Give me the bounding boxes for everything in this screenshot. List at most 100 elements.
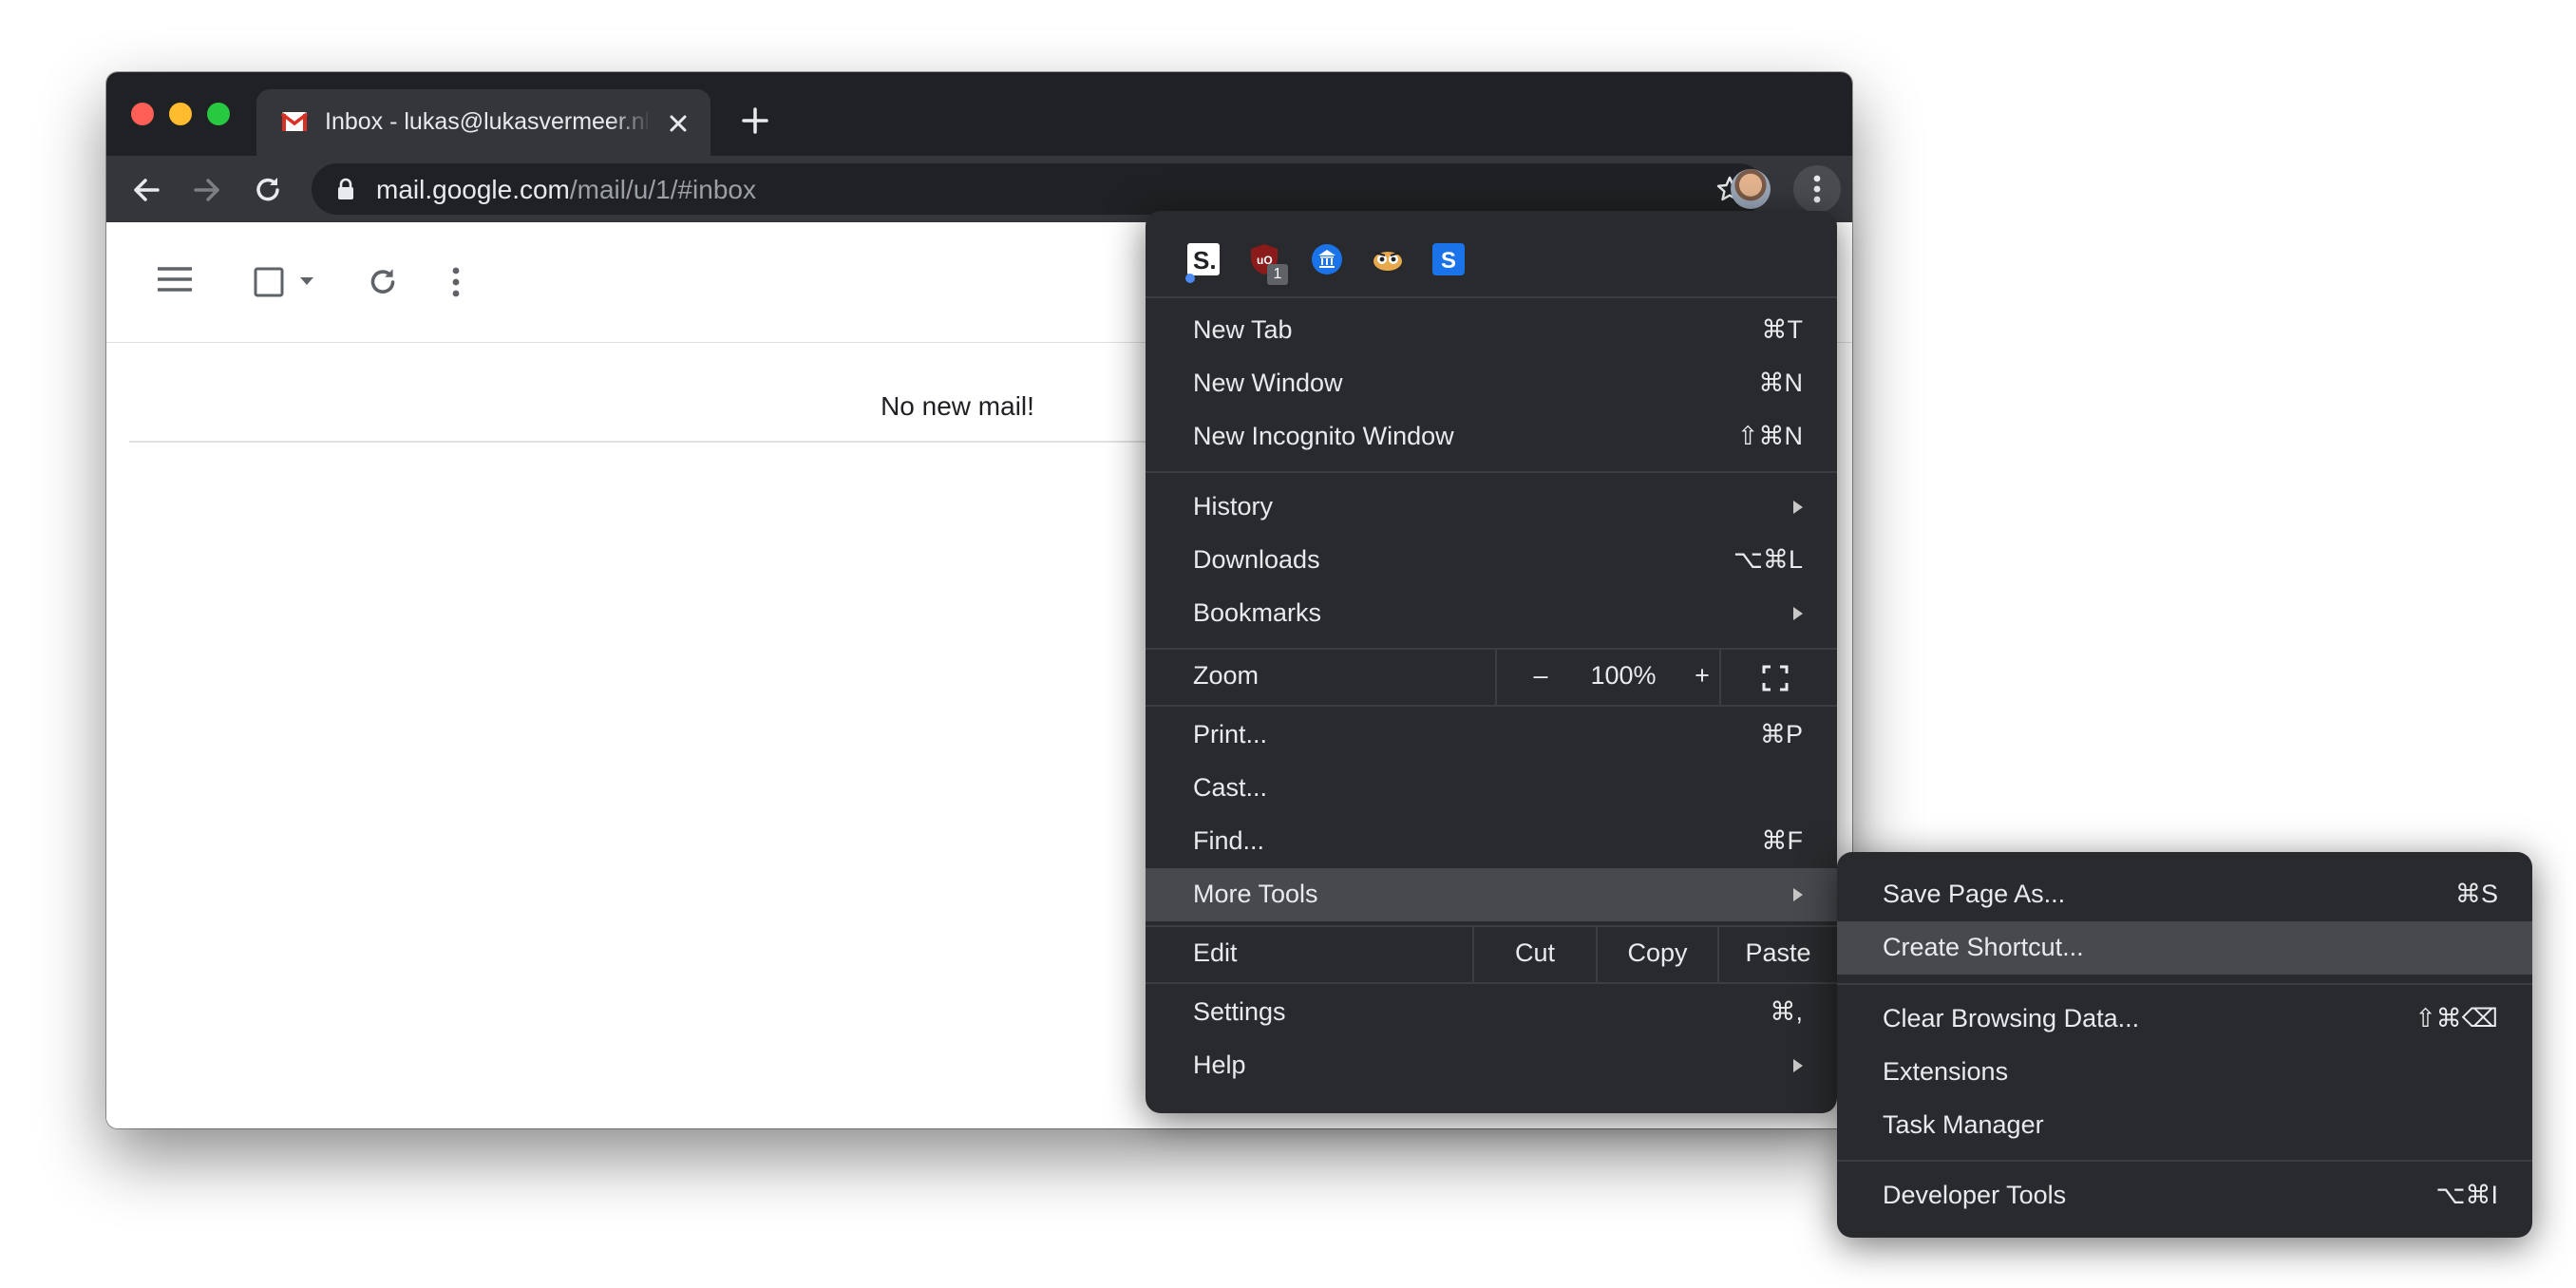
menu-item-label: Extensions (1883, 1057, 2009, 1086)
menu-item-label: Clear Browsing Data... (1883, 1004, 2140, 1032)
menu-item-label: History (1193, 492, 1274, 521)
title-bar: Inbox - lukas@lukasvermeer.nl (106, 72, 1852, 158)
zoom-label: Zoom (1193, 661, 1260, 690)
select-dropdown-icon[interactable] (298, 275, 315, 287)
menu-item-history[interactable]: History (1146, 481, 1837, 534)
new-tab-icon[interactable] (739, 104, 771, 137)
s-dot-extension-icon[interactable]: S. (1187, 243, 1220, 275)
museum-extension-icon[interactable] (1311, 243, 1343, 275)
menu-item-print[interactable]: Print... ⌘P (1146, 709, 1837, 762)
close-window-button[interactable] (131, 103, 154, 125)
svg-text:S: S (1441, 248, 1456, 274)
menu-item-new-window[interactable]: New Window ⌘N (1146, 357, 1837, 410)
menu-item-developer-tools[interactable]: Developer Tools ⌥⌘I (1837, 1169, 2532, 1222)
gmail-icon (281, 112, 308, 131)
menu-item-label: More Tools (1193, 880, 1318, 908)
select-checkbox-icon[interactable] (253, 266, 285, 298)
menu-item-label: Bookmarks (1193, 598, 1322, 627)
menu-item-shortcut: ⌘P (1759, 720, 1803, 748)
lock-icon[interactable] (336, 178, 355, 200)
cut-button[interactable]: Cut (1474, 938, 1596, 968)
forward-arrow-icon[interactable] (190, 173, 224, 207)
menu-item-save-page-as[interactable]: Save Page As... ⌘S (1837, 868, 2532, 921)
zoom-in-button[interactable]: + (1683, 661, 1721, 691)
zoom-level: 100% (1590, 661, 1657, 690)
chrome-main-menu: S. uO 1 S New Tab ⌘T New Window ⌘N New I… (1146, 211, 1837, 1113)
menu-item-new-tab[interactable]: New Tab ⌘T (1146, 304, 1837, 357)
menu-item-downloads[interactable]: Downloads ⌥⌘L (1146, 534, 1837, 587)
menu-item-cast[interactable]: Cast... (1146, 762, 1837, 815)
more-vert-icon (1813, 175, 1821, 203)
separator (1146, 296, 1837, 298)
menu-item-new-incognito-window[interactable]: New Incognito Window ⇧⌘N (1146, 410, 1837, 464)
cell-divider (1495, 650, 1497, 705)
extension-icons-row: S. uO 1 S (1146, 211, 1837, 296)
menu-row-edit: Edit Cut Copy Paste (1146, 927, 1837, 982)
submenu-arrow-icon (1793, 888, 1803, 901)
svg-text:S.: S. (1193, 246, 1217, 275)
menu-item-label: New Window (1193, 369, 1343, 397)
menu-item-extensions[interactable]: Extensions (1837, 1046, 2532, 1099)
menu-item-help[interactable]: Help (1146, 1039, 1837, 1092)
menu-row-zoom: Zoom – 100% + (1146, 650, 1837, 705)
tab-title: Inbox - lukas@lukasvermeer.nl (325, 108, 648, 135)
menu-item-label: Settings (1193, 997, 1286, 1026)
tab-title-fade (610, 104, 652, 142)
zoom-window-button[interactable] (207, 103, 230, 125)
separator (1146, 705, 1837, 707)
menu-item-find[interactable]: Find... ⌘F (1146, 815, 1837, 868)
more-options-icon[interactable] (446, 264, 465, 300)
address-bar[interactable]: mail.google.com/mail/u/1/#inbox (312, 163, 1765, 215)
menu-item-shortcut: ⇧⌘⌫ (2415, 1004, 2498, 1032)
chrome-menu-button[interactable] (1793, 165, 1841, 213)
zoom-out-button[interactable]: – (1522, 661, 1560, 691)
profile-avatar[interactable] (1731, 169, 1771, 209)
menu-item-label: Developer Tools (1883, 1181, 2067, 1209)
submenu-arrow-icon (1793, 501, 1803, 514)
more-tools-submenu: Save Page As... ⌘S Create Shortcut... Cl… (1837, 852, 2532, 1238)
refresh-icon[interactable] (365, 264, 401, 300)
url-path: /mail/u/1/#inbox (569, 175, 756, 204)
menu-item-bookmarks[interactable]: Bookmarks (1146, 587, 1837, 640)
copy-button[interactable]: Copy (1598, 938, 1717, 968)
menu-item-task-manager[interactable]: Task Manager (1837, 1099, 2532, 1152)
back-arrow-icon[interactable] (129, 173, 163, 207)
paste-button[interactable]: Paste (1719, 938, 1837, 968)
hamburger-menu-icon[interactable] (156, 264, 194, 294)
owl-extension-icon[interactable] (1372, 243, 1404, 275)
menu-item-shortcut: ⌥⌘I (2435, 1181, 2498, 1209)
tab-inbox[interactable]: Inbox - lukas@lukasvermeer.nl (256, 89, 710, 158)
menu-item-settings[interactable]: Settings ⌘, (1146, 986, 1837, 1039)
edit-label: Edit (1193, 938, 1238, 967)
menu-item-label: New Incognito Window (1193, 422, 1454, 450)
cell-divider (1719, 650, 1721, 705)
submenu-arrow-icon (1793, 607, 1803, 620)
url-text[interactable]: mail.google.com/mail/u/1/#inbox (376, 175, 756, 205)
url-host: mail.google.com (376, 175, 570, 204)
menu-item-shortcut: ⌘F (1761, 826, 1804, 855)
menu-item-more-tools[interactable]: More Tools (1146, 868, 1837, 921)
menu-item-label: Create Shortcut... (1883, 933, 2084, 961)
menu-item-shortcut: ⌘N (1758, 369, 1804, 397)
menu-item-label: Task Manager (1883, 1110, 2044, 1139)
minimize-window-button[interactable] (169, 103, 192, 125)
menu-item-create-shortcut[interactable]: Create Shortcut... (1837, 921, 2532, 975)
ublock-badge: 1 (1267, 264, 1288, 285)
menu-item-label: Find... (1193, 826, 1265, 855)
menu-item-shortcut: ⌘, (1770, 997, 1803, 1026)
extension-active-dot (1185, 274, 1195, 283)
separator (1837, 1160, 2532, 1162)
submenu-arrow-icon (1793, 1059, 1803, 1072)
menu-item-shortcut: ⌥⌘L (1733, 545, 1803, 574)
reload-icon[interactable] (251, 173, 285, 207)
fullscreen-icon[interactable] (1761, 664, 1790, 692)
close-tab-icon[interactable] (665, 110, 691, 137)
menu-item-label: Cast... (1193, 773, 1268, 802)
menu-item-label: Help (1193, 1051, 1246, 1079)
menu-item-clear-browsing-data[interactable]: Clear Browsing Data... ⇧⌘⌫ (1837, 993, 2532, 1046)
menu-item-label: Save Page As... (1883, 880, 2066, 908)
s-blue-extension-icon[interactable]: S (1432, 243, 1465, 275)
separator (1146, 982, 1837, 984)
menu-item-shortcut: ⌘T (1761, 315, 1804, 344)
separator (1837, 983, 2532, 985)
